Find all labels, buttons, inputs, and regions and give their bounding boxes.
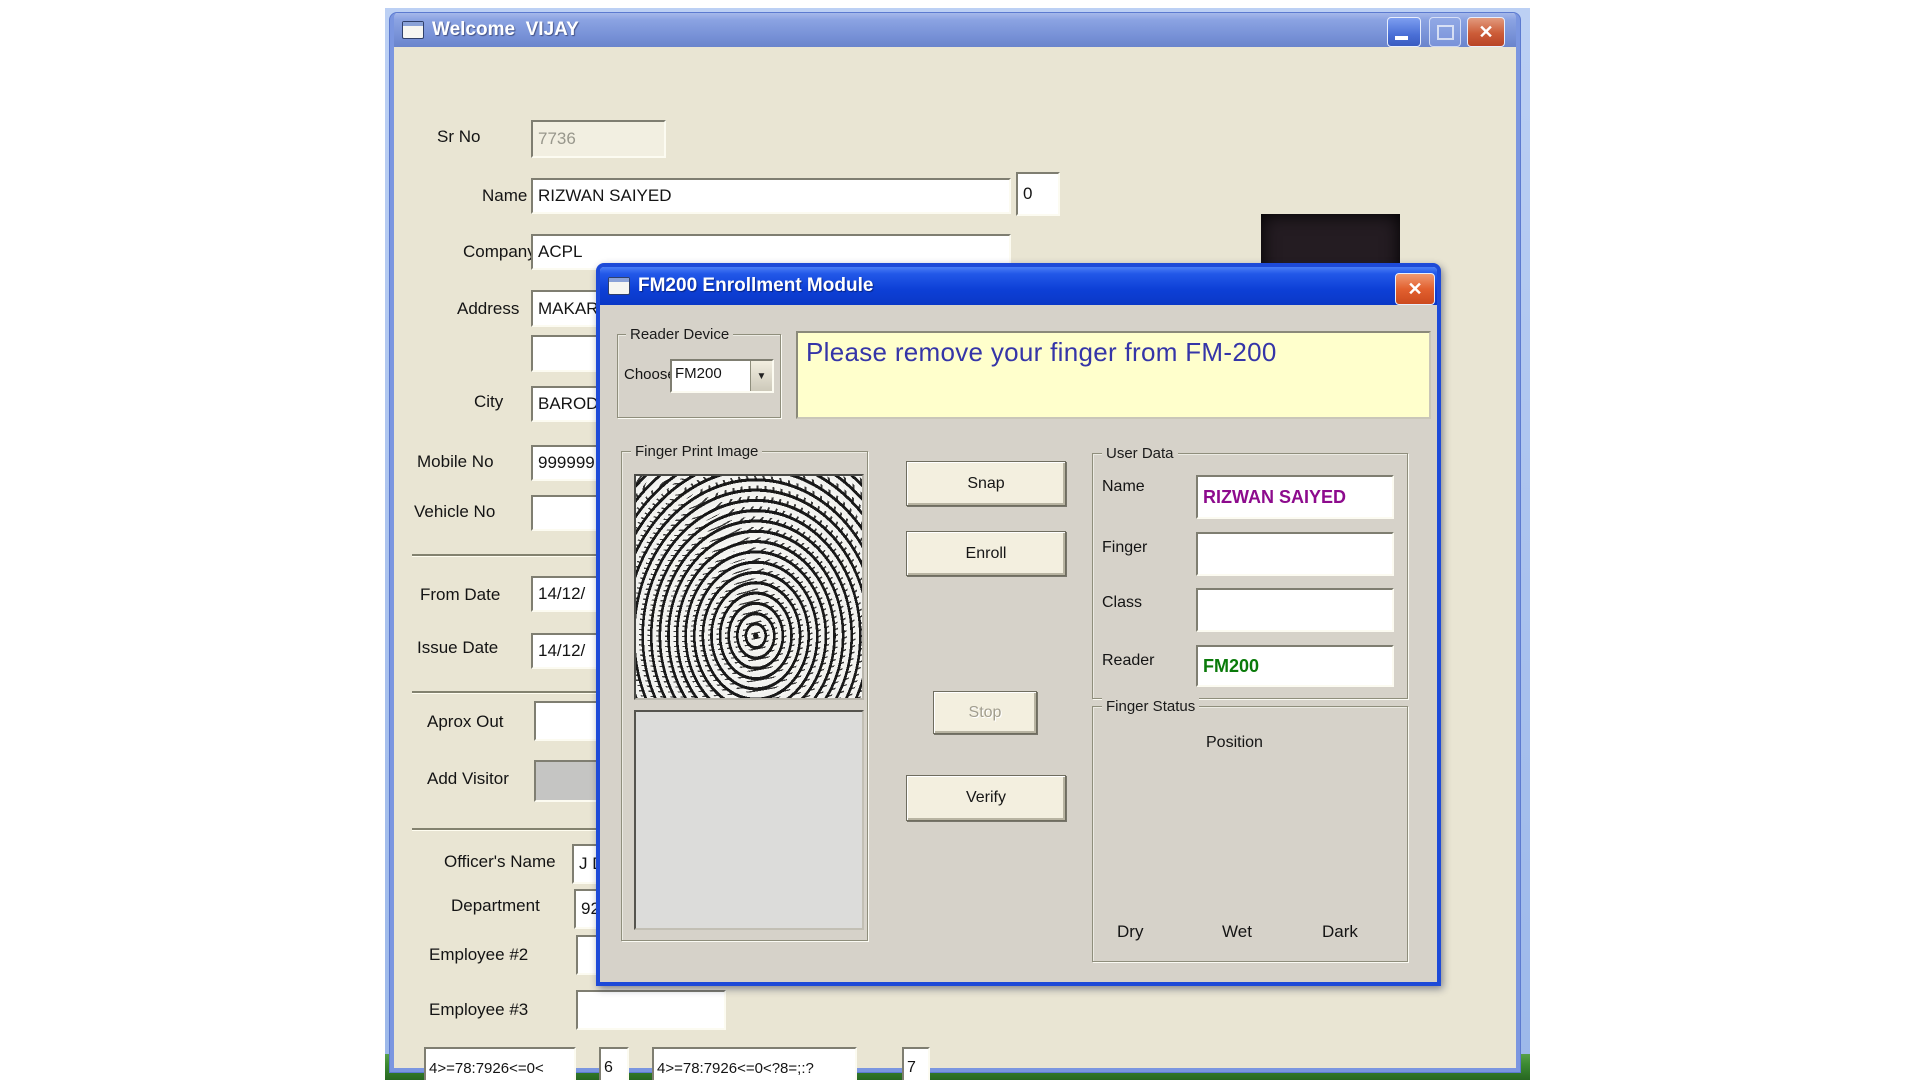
vehicle-no-label: Vehicle No [414,502,495,522]
close-button[interactable]: ✕ [1467,17,1505,47]
screen: Welcome VIJAY ✕ Sr No Name Company Addre… [0,0,1920,1080]
mobile-no-label: Mobile No [417,452,494,472]
user-data-group-label: User Data [1102,445,1178,462]
count-field-2[interactable] [902,1047,930,1080]
finger-status-group-label: Finger Status [1102,698,1199,715]
position-label: Position [1206,734,1263,752]
user-name-field[interactable] [1196,475,1394,519]
welcome-titlebar[interactable]: Welcome VIJAY [394,13,1516,47]
status-message-panel: Please remove your finger from FM-200 [796,331,1431,419]
from-date-label: From Date [420,585,500,605]
reader-device-group-label: Reader Device [626,326,733,343]
sr-no-field[interactable] [531,120,666,158]
form-icon [402,21,424,39]
dry-label: Dry [1117,922,1143,942]
reader-device-selected: FM200 [672,361,750,391]
enroll-button[interactable]: Enroll [906,531,1066,576]
welcome-window-title: Welcome VIJAY [432,19,579,41]
dropdown-button[interactable]: ▼ [750,361,772,391]
count-field-1[interactable] [599,1047,629,1080]
stop-button[interactable]: Stop [933,691,1037,734]
user-class-field[interactable] [1196,588,1394,632]
verify-button[interactable]: Verify [906,775,1066,821]
name-label: Name [482,186,527,206]
close-icon: ✕ [1478,23,1493,41]
user-reader-label: Reader [1102,652,1154,670]
reader-device-combobox[interactable]: FM200 ▼ [670,359,774,393]
dark-label: Dark [1322,922,1358,942]
sr-no-label: Sr No [437,127,480,147]
fm200-enrollment-window: FM200 Enrollment Module ✕ Reader Device … [596,263,1441,986]
wet-label: Wet [1222,922,1252,942]
minimize-button[interactable] [1387,17,1421,47]
officers-name-label: Officer's Name [444,852,556,872]
fm200-titlebar[interactable]: FM200 Enrollment Module [600,267,1437,305]
name-field[interactable] [531,178,1011,214]
name-count-field[interactable] [1016,172,1060,216]
add-visitor-label: Add Visitor [427,769,509,789]
employee2-label: Employee #2 [429,945,528,965]
fm200-client-area: Reader Device Choose FM200 ▼ Please remo… [600,305,1437,982]
city-label: City [474,392,503,412]
department-label: Department [451,896,540,916]
close-icon: ✕ [1407,280,1422,298]
form-icon [608,277,630,295]
fm200-close-button[interactable]: ✕ [1395,273,1435,305]
fm200-window-title: FM200 Enrollment Module [638,275,873,297]
status-message: Please remove your finger from FM-200 [806,337,1277,367]
issue-date-label: Issue Date [417,638,498,658]
user-reader-field[interactable] [1196,645,1394,687]
fingerprint-group-label: Finger Print Image [631,443,762,460]
user-finger-field[interactable] [1196,532,1394,576]
aprox-out-label: Aprox Out [427,712,504,732]
code-field-1[interactable] [424,1047,576,1080]
user-name-label: Name [1102,478,1145,496]
employee3-field[interactable] [576,990,726,1030]
maximize-button[interactable] [1429,17,1461,47]
snap-button[interactable]: Snap [906,461,1066,506]
address-label: Address [457,299,519,319]
user-finger-label: Finger [1102,539,1147,557]
company-label: Company [463,242,536,262]
fingerprint-image [634,474,864,700]
code-field-2[interactable] [652,1047,857,1080]
choose-label: Choose [624,366,676,383]
user-class-label: Class [1102,594,1142,612]
employee3-label: Employee #3 [429,1000,528,1020]
fingerprint-preview-empty [634,710,864,930]
chevron-down-icon: ▼ [757,371,767,382]
